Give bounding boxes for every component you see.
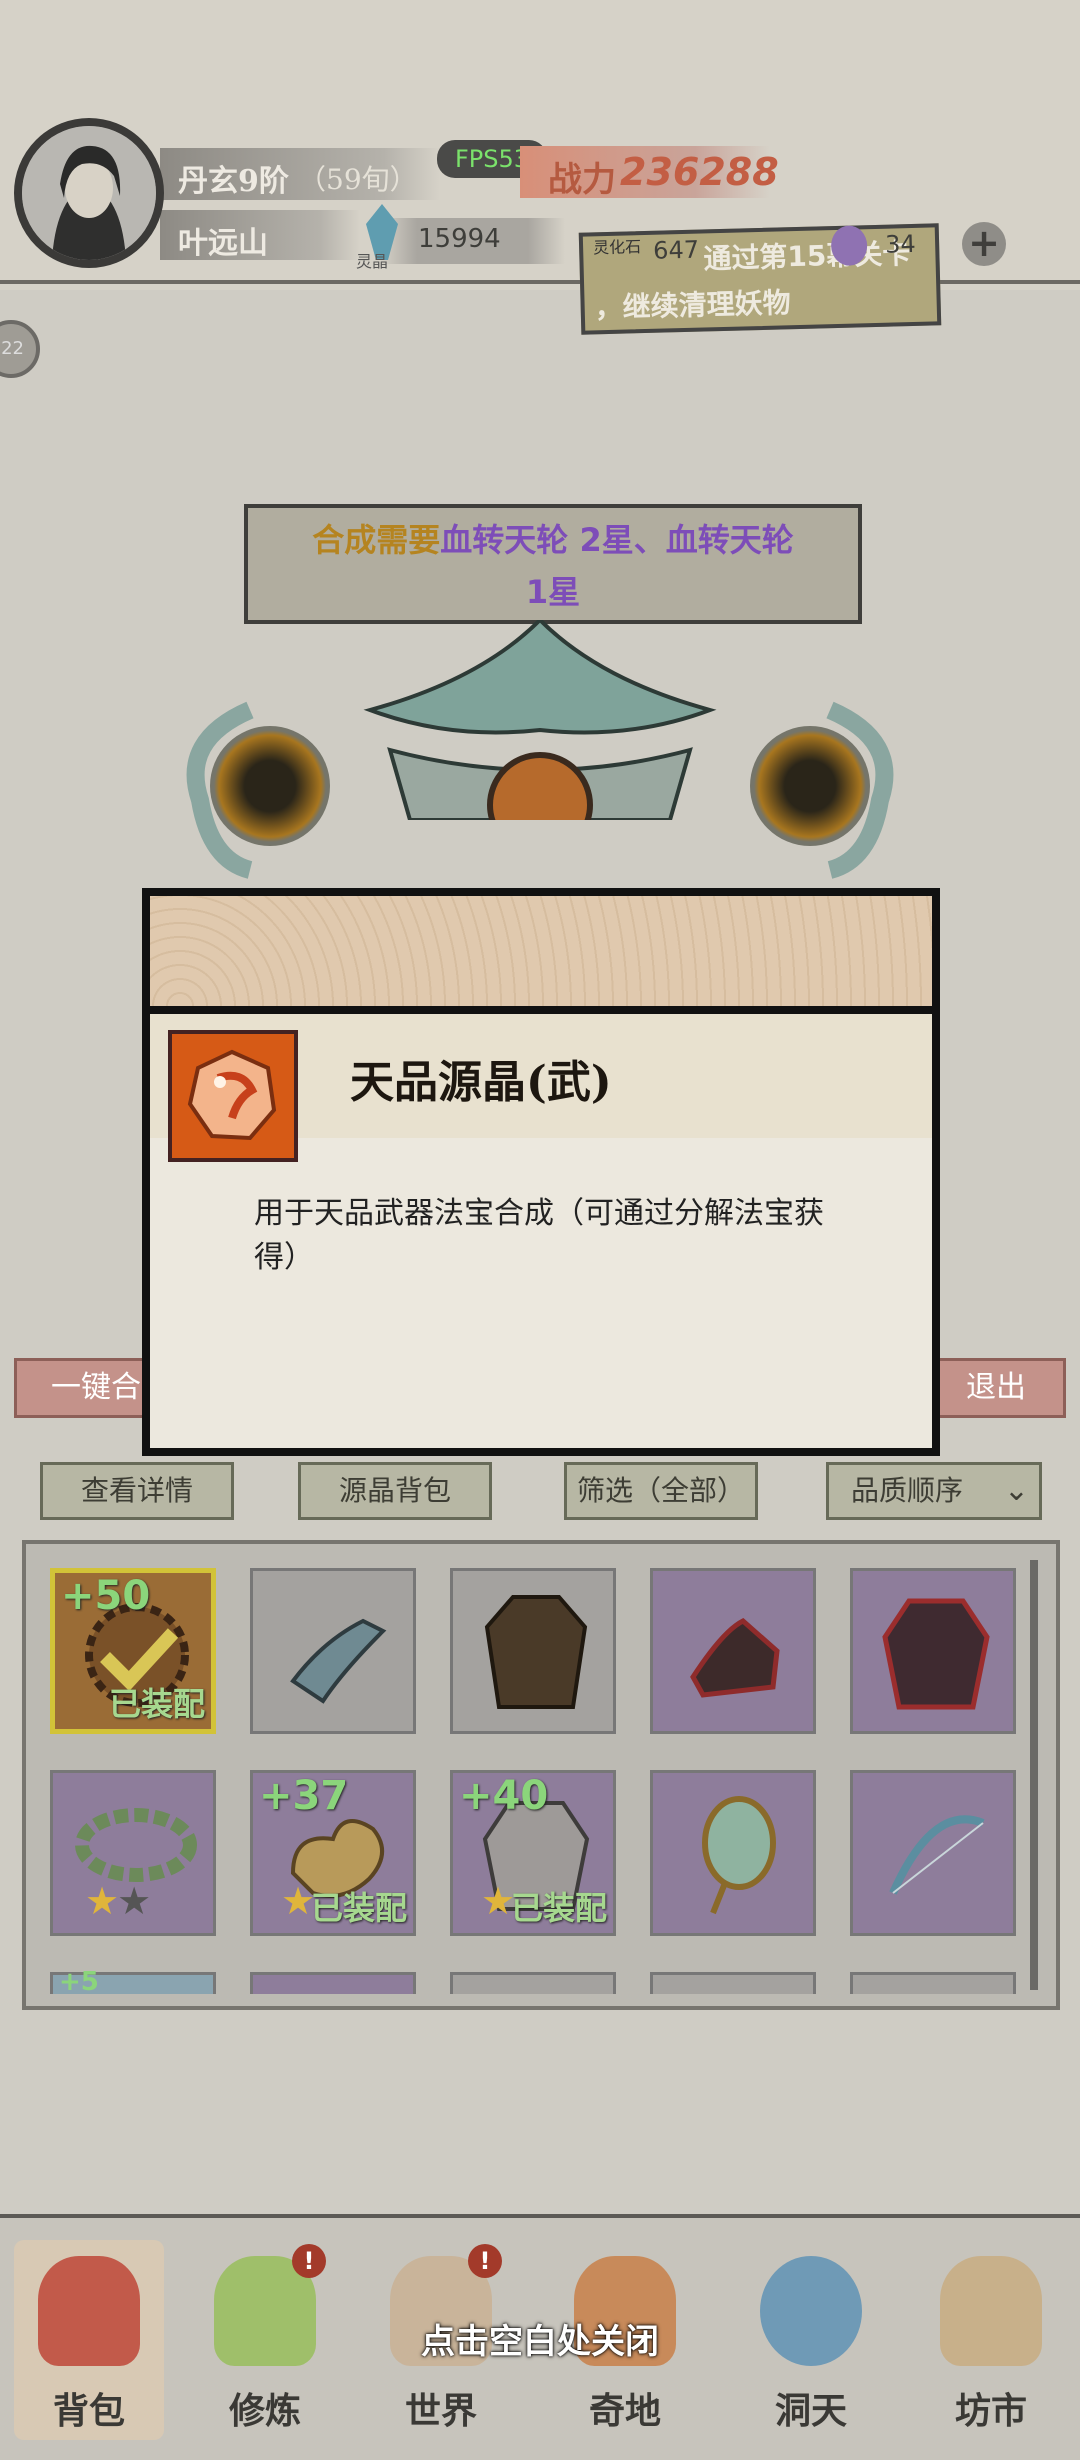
inventory-slot[interactable]: [850, 1972, 1016, 1994]
nav-label: 洞天: [774, 2390, 847, 2432]
alert-badge: !: [468, 2244, 502, 2278]
chevron-down-icon: ⌄: [1003, 1473, 1029, 1508]
stone-label: 灵化石: [592, 237, 642, 258]
player-avatar[interactable]: [14, 118, 164, 268]
inventory-slot[interactable]: [250, 1568, 416, 1734]
item-icon-frame: [168, 1030, 298, 1162]
sort-label: 品质顺序: [851, 1474, 964, 1507]
inventory-slot[interactable]: [250, 1972, 416, 1994]
quest-tracker[interactable]: 灵化石 647 通过第15幕关卡 ，继续清理妖物 34: [578, 223, 942, 335]
age-text: （59旬）: [298, 163, 418, 196]
sort-dropdown[interactable]: 品质顺序 ⌄: [826, 1462, 1042, 1520]
inventory-slot[interactable]: +40 ★ 已装配: [450, 1770, 616, 1936]
inventory-slot[interactable]: [450, 1972, 616, 1994]
inventory-slot[interactable]: [850, 1568, 1016, 1734]
exit-button[interactable]: 退出: [926, 1358, 1066, 1418]
synthesis-prefix: 合成需要: [312, 521, 441, 559]
inventory-slot[interactable]: +50 已装配: [50, 1568, 216, 1734]
tab-view-details[interactable]: 查看详情: [40, 1462, 234, 1520]
pagoda-roof-decoration: [363, 620, 717, 820]
power-value: 236288: [620, 150, 779, 194]
synthesis-requirement: 合成需要血转天轮 2星、血转天轮 1星: [244, 504, 862, 624]
power-panel: 战力 236288: [520, 146, 779, 200]
bracer-icon: [290, 1618, 387, 1704]
item-description: 用于天品武器法宝合成（可通过分解法宝获得）: [254, 1196, 824, 1275]
enhance-level: +5: [59, 1967, 99, 1997]
avatar-portrait-icon: [22, 126, 156, 260]
tab-crystal-bag[interactable]: 源晶背包: [298, 1462, 492, 1520]
quest-line-2: ，继续清理妖物: [594, 286, 792, 325]
nav-label: 世界: [404, 2390, 477, 2432]
inventory-slot[interactable]: [650, 1568, 816, 1734]
equipped-badge: 已装配: [510, 1889, 607, 1927]
close-hint[interactable]: 点击空白处关闭: [0, 2314, 1080, 2363]
inventory-scrollbar[interactable]: [1030, 1560, 1038, 1990]
nav-label: 修炼: [228, 2390, 301, 2432]
power-label: 战力: [548, 160, 616, 200]
left-cloud-ornament: [186, 701, 254, 879]
side-timer-badge[interactable]: 22: [0, 320, 40, 378]
mirror-fan-icon: [702, 1796, 776, 1915]
star-rating: ★★: [85, 1879, 151, 1923]
inventory-slot[interactable]: ★★: [50, 1770, 216, 1936]
modal-header-pattern: [150, 896, 932, 1014]
inventory-slot[interactable]: [650, 1770, 816, 1936]
inventory-slot[interactable]: [850, 1770, 1016, 1936]
synthesis-items: 血转天轮 2星、血转天轮: [440, 521, 794, 559]
nav-label: 奇地: [588, 2390, 661, 2432]
equipped-badge: 已装配: [310, 1889, 407, 1927]
crystal-currency: 灵晶 15994: [356, 204, 565, 271]
spirit-value: 34: [884, 229, 917, 259]
nav-label: 坊市: [954, 2390, 1027, 2432]
inventory-slot[interactable]: [450, 1568, 616, 1734]
equipped-badge: 已装配: [108, 1685, 205, 1723]
inventory-slot[interactable]: +5: [50, 1967, 216, 1997]
right-cloud-ornament: [826, 701, 894, 879]
filter-dropdown[interactable]: 筛选（全部）: [564, 1462, 758, 1520]
crystal-ore-icon: [187, 1049, 277, 1141]
quest-line-1: 通过第15幕关卡: [703, 237, 911, 276]
synthesis-items-line2: 1星: [525, 573, 581, 611]
bow-icon: [889, 1815, 985, 1895]
inventory-slot[interactable]: +37 ★ 已装配: [250, 1770, 416, 1936]
robe-icon: [484, 1595, 588, 1709]
crystal-value: 15994: [418, 224, 501, 254]
player-name: 叶远山: [178, 226, 268, 261]
inventory-slot[interactable]: [650, 1972, 816, 1994]
enhance-level: +37: [259, 1773, 349, 1819]
enhance-level: +50: [61, 1573, 151, 1619]
enhance-level: +40: [459, 1773, 549, 1819]
rank-bar: 丹玄9阶 （59旬）: [160, 148, 440, 200]
cloak-icon: [882, 1598, 990, 1710]
boots-icon: [690, 1618, 780, 1698]
item-name: 天品源晶(武): [350, 1057, 612, 1108]
add-currency-button[interactable]: +: [962, 222, 1006, 266]
item-detail-modal[interactable]: 天品源晶(武) 用于天品武器法宝合成（可通过分解法宝获得）: [142, 888, 940, 1456]
name-bar: 叶远山: [160, 210, 360, 261]
stone-value: 647: [652, 235, 700, 265]
one-key-synthesize-button[interactable]: 一键合: [14, 1358, 154, 1418]
nav-label: 背包: [52, 2390, 125, 2432]
alert-badge: !: [292, 2244, 326, 2278]
star-rating: ★: [481, 1879, 515, 1923]
star-rating: ★: [281, 1879, 315, 1923]
crystal-label: 灵晶: [356, 252, 389, 271]
rank-text: 丹玄9阶: [178, 164, 289, 199]
